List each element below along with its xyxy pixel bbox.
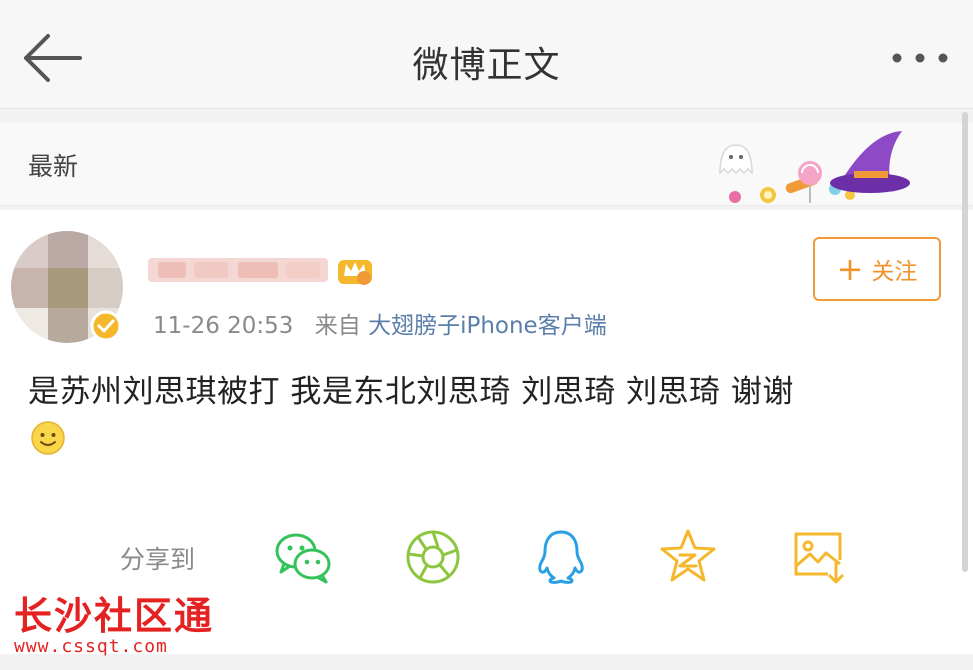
wechat-icon[interactable] [272,526,334,588]
more-options-button[interactable] [889,42,951,74]
top-nav-bar: 微博正文 [0,0,973,109]
post-meta: 11-26 20:53 来自 大翅膀子iPhone客户端 [153,306,607,340]
halloween-decoration-icon [719,131,910,203]
follow-label: 关注 [871,259,918,285]
from-prefix: 来自 [314,313,361,339]
plus-icon: + [836,250,864,288]
moments-icon[interactable] [402,526,464,588]
share-label: 分享到 [120,545,196,574]
qq-icon[interactable] [530,526,592,588]
page-title: 微博正文 [412,45,561,86]
follow-button[interactable]: + 关注 [813,237,941,301]
latest-label: 最新 [28,152,79,181]
post-body-text: 是苏州刘思琪被打 我是东北刘思琦 刘思琦 刘思琦 谢谢 [28,374,794,410]
post-time: 11-26 20:53 [153,313,294,339]
post-source-link[interactable]: 大翅膀子iPhone客户端 [368,313,607,339]
site-watermark: 长沙社区通 www.cssqt.com [14,593,224,658]
user-avatar[interactable] [8,228,126,346]
blurred-username[interactable] [148,252,328,286]
save-image-icon[interactable] [788,526,850,588]
latest-section-header: 最新 [0,123,973,206]
qzone-icon[interactable] [657,526,719,588]
watermark-url: www.cssqt.com [14,636,168,657]
more-dots-icon [892,53,948,63]
post-card: + 关注 11-26 20:53 来自 大翅膀子iPhone客户端 是苏州刘思琪… [0,210,973,654]
vip-crown-icon [338,260,372,285]
scrollbar[interactable] [962,112,968,572]
smile-emoji-icon [31,421,65,455]
watermark-title: 长沙社区通 [14,593,215,638]
